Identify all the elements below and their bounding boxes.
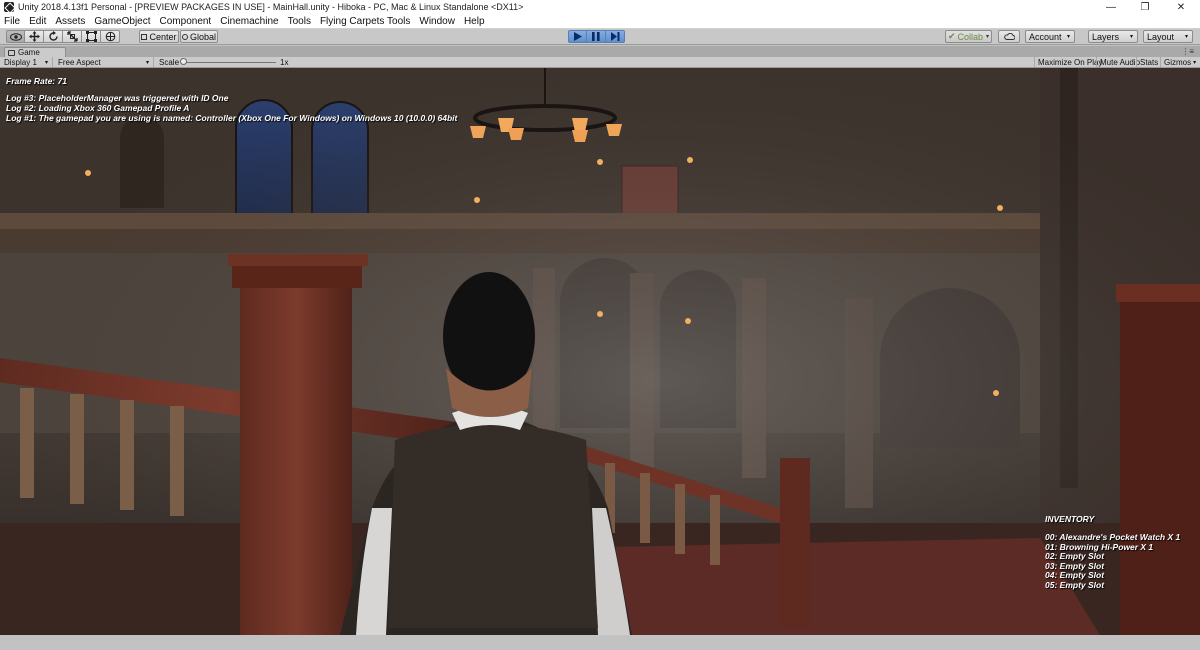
scale-tool-icon[interactable] bbox=[63, 30, 82, 43]
play-button[interactable] bbox=[568, 30, 587, 43]
pause-button[interactable] bbox=[587, 30, 606, 43]
frame-rate-text: Frame Rate: 71 bbox=[6, 76, 67, 86]
menu-window[interactable]: Window bbox=[419, 16, 455, 27]
cloud-icon bbox=[1003, 33, 1015, 40]
space-label: Global bbox=[189, 31, 216, 42]
step-icon bbox=[610, 32, 619, 41]
pivot-icon bbox=[141, 33, 148, 40]
maximize-on-play-toggle[interactable]: Maximize On Play bbox=[1034, 57, 1105, 67]
playmode-controls bbox=[568, 30, 625, 43]
status-bar bbox=[0, 635, 1200, 650]
globe-icon bbox=[181, 33, 188, 40]
account-label: Account bbox=[1029, 31, 1062, 42]
dropdown-arrow-icon: ▾ bbox=[986, 34, 990, 40]
hand-tool-icon[interactable] bbox=[6, 30, 25, 43]
rect-tool-icon[interactable] bbox=[82, 30, 101, 43]
inventory-panel: INVENTORY 00: Alexandre's Pocket Watch X… bbox=[1045, 514, 1180, 591]
check-icon: ✔ bbox=[947, 31, 956, 41]
dropdown-arrow-icon: ▾ bbox=[44, 59, 48, 66]
window-title-bar: Unity 2018.4.13f1 Personal - [PREVIEW PA… bbox=[0, 0, 1200, 14]
tab-strip: Game ⋮≡ bbox=[0, 46, 1200, 57]
tab-game-label: Game bbox=[18, 48, 40, 57]
dropdown-arrow-icon: ▾ bbox=[145, 59, 149, 66]
scale-value: 1x bbox=[280, 57, 289, 67]
gizmos-label: Gizmos bbox=[1164, 57, 1192, 67]
pause-icon bbox=[592, 32, 600, 41]
rotate-tool-icon[interactable] bbox=[44, 30, 63, 43]
display-label: Display 1 bbox=[4, 57, 37, 67]
scale-label: Scale bbox=[159, 57, 180, 67]
layout-label: Layout bbox=[1147, 31, 1175, 42]
inventory-title: INVENTORY bbox=[1045, 514, 1095, 524]
inventory-slot: 05: Empty Slot bbox=[1045, 579, 1105, 590]
account-dropdown[interactable]: Account ▾ bbox=[1025, 30, 1075, 43]
game-scene-render bbox=[0, 68, 1200, 635]
dropdown-arrow-icon: ▾ bbox=[1129, 34, 1133, 40]
move-tool-icon[interactable] bbox=[25, 30, 44, 43]
transform-tools bbox=[6, 30, 120, 43]
log-entry: Log #1: The gamepad you are using is nam… bbox=[6, 113, 458, 123]
menu-edit[interactable]: Edit bbox=[29, 16, 46, 27]
log-entry: Log #3: PlaceholderManager was triggered… bbox=[6, 93, 229, 103]
menu-bar: File Edit Assets GameObject Component Ci… bbox=[0, 14, 1200, 29]
aspect-dropdown[interactable]: Free Aspect ▾ bbox=[54, 57, 154, 67]
layout-dropdown[interactable]: Layout ▾ bbox=[1143, 30, 1193, 43]
tab-menu-icon[interactable]: ⋮≡ bbox=[1181, 47, 1194, 56]
menu-flying-carpets-tools[interactable]: Flying Carpets Tools bbox=[320, 16, 410, 27]
layers-dropdown[interactable]: Layers ▾ bbox=[1088, 30, 1138, 43]
scale-slider-thumb[interactable] bbox=[180, 58, 187, 65]
scale-slider-track[interactable] bbox=[182, 62, 276, 63]
game-view-toolbar: Display 1 ▾ Free Aspect ▾ Scale 1x Maxim… bbox=[0, 57, 1200, 68]
pivot-label: Center bbox=[149, 31, 177, 42]
menu-assets[interactable]: Assets bbox=[55, 16, 85, 27]
step-button[interactable] bbox=[606, 30, 625, 43]
collab-label: Collab bbox=[957, 31, 984, 42]
unity-logo-icon bbox=[4, 2, 14, 12]
menu-gameobject[interactable]: GameObject bbox=[94, 16, 150, 27]
play-icon bbox=[573, 32, 582, 41]
dropdown-arrow-icon: ▾ bbox=[1184, 34, 1188, 40]
collab-button[interactable]: ✔ Collab ▾ bbox=[945, 30, 992, 43]
debug-log: Log #3: PlaceholderManager was triggered… bbox=[6, 93, 457, 123]
game-controller-icon bbox=[8, 49, 15, 56]
pivot-center-button[interactable]: Center bbox=[139, 30, 179, 43]
layers-label: Layers bbox=[1092, 31, 1120, 42]
window-title: Unity 2018.4.13f1 Personal - [PREVIEW PA… bbox=[18, 2, 524, 12]
cloud-button[interactable] bbox=[998, 30, 1020, 43]
transform-tool-icon[interactable] bbox=[101, 30, 120, 43]
menu-help[interactable]: Help bbox=[464, 16, 485, 27]
menu-tools[interactable]: Tools bbox=[288, 16, 311, 27]
stats-toggle[interactable]: Stats bbox=[1136, 57, 1161, 67]
minimize-button[interactable]: — bbox=[1094, 0, 1128, 14]
close-button[interactable]: ✕ bbox=[1164, 0, 1198, 14]
tab-game[interactable]: Game bbox=[4, 47, 66, 57]
display-dropdown[interactable]: Display 1 ▾ bbox=[0, 57, 53, 67]
menu-file[interactable]: File bbox=[4, 16, 20, 27]
main-toolbar: Center Global ✔ Collab ▾ Account ▾ Layer… bbox=[0, 29, 1200, 45]
menu-component[interactable]: Component bbox=[160, 16, 212, 27]
pivot-global-button[interactable]: Global bbox=[180, 30, 218, 43]
aspect-label: Free Aspect bbox=[58, 57, 101, 67]
game-viewport[interactable]: Frame Rate: 71 Log #3: PlaceholderManage… bbox=[0, 68, 1200, 635]
gizmos-dropdown[interactable]: Gizmos ▾ bbox=[1160, 57, 1199, 67]
menu-cinemachine[interactable]: Cinemachine bbox=[220, 16, 278, 27]
maximize-button[interactable]: ❐ bbox=[1128, 0, 1162, 14]
log-entry: Log #2: Loading Xbox 360 Gamepad Profile… bbox=[6, 103, 190, 113]
dropdown-arrow-icon: ▾ bbox=[1066, 34, 1070, 40]
dropdown-arrow-icon: ▾ bbox=[1193, 59, 1197, 66]
